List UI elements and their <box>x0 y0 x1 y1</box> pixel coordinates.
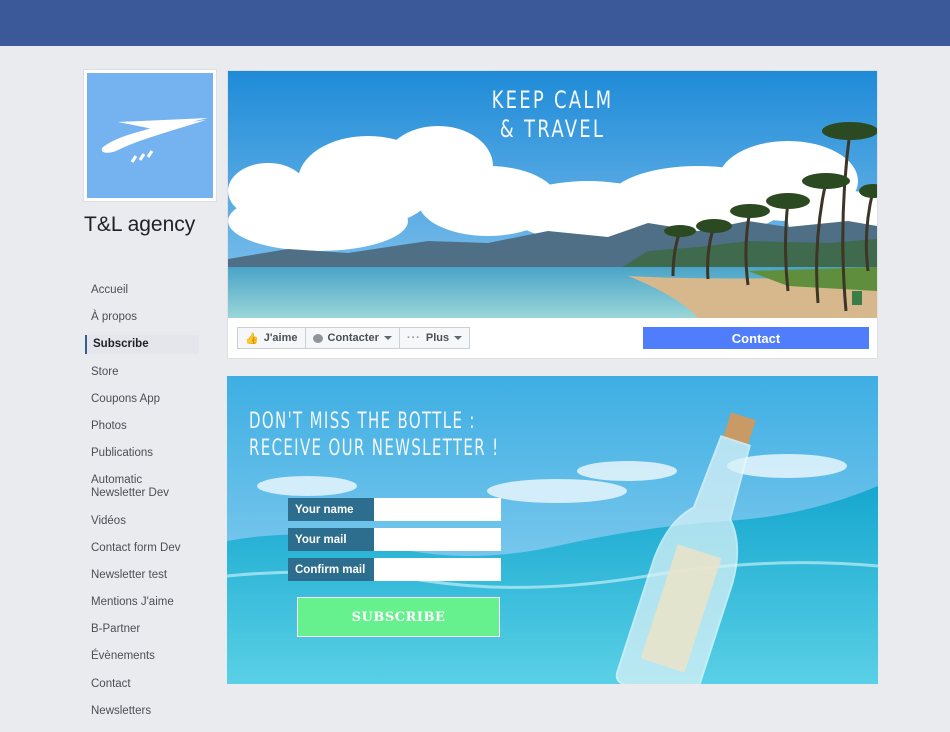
email-input[interactable] <box>374 528 501 551</box>
contact-dropdown-button[interactable]: Contacter <box>304 327 400 349</box>
sidebar-item-evenements[interactable]: Évènements <box>85 647 199 666</box>
subscribe-button[interactable]: SUBSCRIBE <box>297 597 500 637</box>
confirm-mail-field-row: Confirm mail <box>288 558 501 581</box>
sidebar-item-contact[interactable]: Contact <box>85 675 199 694</box>
newsletter-title-line2: RECEIVE OUR NEWSLETTER ! <box>249 436 500 461</box>
profile-picture[interactable] <box>83 69 217 202</box>
newsletter-title-line1: DON'T MISS THE BOTTLE : <box>249 409 476 434</box>
action-button-group: 👍 J'aime Contacter ··· Plus <box>237 327 471 349</box>
ellipsis-icon: ··· <box>406 332 421 344</box>
sidebar-item-a-propos[interactable]: À propos <box>85 308 199 327</box>
page-title: T&L agency <box>84 213 196 236</box>
plane-logo-icon <box>87 73 213 198</box>
more-label: Plus <box>425 332 450 344</box>
mail-field-label: Your mail <box>288 528 374 551</box>
confirm-mail-field-label: Confirm mail <box>288 558 374 581</box>
sidebar-item-mentions-jaime[interactable]: Mentions J'aime <box>85 593 199 612</box>
name-field-row: Your name <box>288 498 501 521</box>
contact-dropdown-label: Contacter <box>327 332 379 344</box>
sidebar-nav: Accueil À propos Subscribe Store Coupons… <box>85 281 199 729</box>
chevron-down-icon <box>454 336 463 340</box>
top-navigation-bar <box>0 0 950 46</box>
message-bubble-icon <box>312 333 323 343</box>
name-input[interactable] <box>374 498 501 521</box>
sidebar-item-newsletters[interactable]: Newsletters <box>85 702 199 721</box>
cover-photo[interactable]: KEEP CALM & TRAVEL <box>228 71 877 318</box>
mail-field-row: Your mail <box>288 528 501 551</box>
sidebar-item-publications[interactable]: Publications <box>85 444 199 463</box>
sidebar-item-store[interactable]: Store <box>85 363 199 382</box>
name-field-label: Your name <box>288 498 374 521</box>
cover-slogan-line2: & TRAVEL <box>499 115 606 143</box>
sidebar-item-videos[interactable]: Vidéos <box>85 512 199 531</box>
sidebar-item-subscribe[interactable]: Subscribe <box>85 335 199 355</box>
like-label: J'aime <box>263 332 298 344</box>
more-button[interactable]: ··· Plus <box>398 327 471 349</box>
newsletter-title: DON'T MISS THE BOTTLE : RECEIVE OUR NEWS… <box>249 408 499 462</box>
sidebar-item-accueil[interactable]: Accueil <box>85 281 199 300</box>
confirm-email-input[interactable] <box>374 558 501 581</box>
cover-slogan: KEEP CALM & TRAVEL <box>309 86 796 144</box>
thumbs-up-icon: 👍 <box>245 332 259 345</box>
like-button[interactable]: 👍 J'aime <box>237 327 306 349</box>
newsletter-section: DON'T MISS THE BOTTLE : RECEIVE OUR NEWS… <box>227 376 878 684</box>
sidebar-item-contact-form-dev[interactable]: Contact form Dev <box>85 539 199 558</box>
chevron-down-icon <box>383 336 392 340</box>
contact-button[interactable]: Contact <box>643 327 869 349</box>
sidebar-item-b-partner[interactable]: B-Partner <box>85 620 199 639</box>
cover-slogan-line1: KEEP CALM <box>491 86 614 114</box>
sidebar-item-automatic-newsletter-dev[interactable]: Automatic Newsletter Dev <box>85 471 199 503</box>
sidebar-item-newsletter-test[interactable]: Newsletter test <box>85 566 199 585</box>
cover-card: KEEP CALM & TRAVEL 👍 J'aime Contacter ··… <box>227 70 878 359</box>
sidebar-item-coupons-app[interactable]: Coupons App <box>85 390 199 409</box>
page-action-bar: 👍 J'aime Contacter ··· Plus Contact <box>228 318 877 358</box>
sidebar-item-photos[interactable]: Photos <box>85 417 199 436</box>
